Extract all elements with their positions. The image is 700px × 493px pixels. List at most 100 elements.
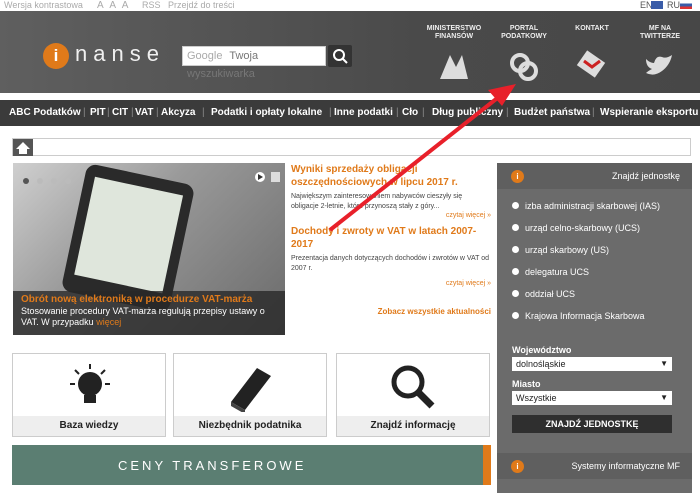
main-nav: ABC Podatków | PIT | CIT | VAT | Akcyza …: [0, 100, 700, 126]
panel-title: Znajdź jednostkę: [611, 171, 680, 181]
play-pause-icon[interactable]: [255, 171, 281, 183]
nav-separator: |: [422, 107, 425, 118]
search-icon: [333, 49, 348, 64]
slider-dot[interactable]: [37, 178, 43, 184]
tax-portal-label: PORTAL PODATKOWY: [501, 25, 547, 40]
slider-more-link[interactable]: więcej: [96, 317, 121, 327]
nav-separator: |: [329, 107, 332, 118]
tile-label: Baza wiedzy: [13, 416, 165, 436]
banner-accent: [483, 445, 491, 485]
systems-title[interactable]: Systemy informatyczne MF: [571, 453, 680, 479]
unit-option[interactable]: urząd skarbowy (US): [512, 245, 609, 255]
slider-text-body: Stosowanie procedury VAT-marża regulują …: [21, 306, 265, 327]
accessibility-bar: Wersja kontrastowa A A A RSS Przejdź do …: [0, 0, 700, 11]
nav-abc[interactable]: ABC Podatków: [9, 107, 81, 118]
nav-public-debt[interactable]: Dług publiczny: [432, 107, 503, 118]
systems-header: i Systemy informatyczne MF: [497, 453, 692, 479]
news-item: Wyniki sprzedaży obligacji oszczędnościo…: [291, 163, 491, 219]
option-label: urząd skarbowy (US): [525, 245, 610, 255]
transfer-pricing-banner[interactable]: CENY TRANSFEROWE: [12, 445, 491, 485]
slider-title[interactable]: Obrót nową elektroniką w procedurze VAT-…: [13, 291, 285, 305]
news-text: Prezentacja danych dotyczących dochodów …: [291, 255, 490, 272]
twitter-link[interactable]: MF NA TWITTERZE: [630, 25, 690, 84]
unit-option[interactable]: izba administracji skarbowej (IAS): [512, 201, 660, 211]
radio-icon: [512, 268, 519, 275]
slider-dot[interactable]: [65, 178, 71, 184]
nav-state-budget[interactable]: Budżet państwa: [514, 107, 590, 118]
uk-flag-icon[interactable]: [651, 1, 663, 9]
contact-label: KONTAKT: [575, 25, 609, 32]
nav-customs[interactable]: Cło: [402, 107, 418, 118]
option-label: Krajowa Informacja Skarbowa: [525, 311, 645, 321]
city-select[interactable]: Wszystkie ▼: [512, 391, 672, 405]
nav-vat[interactable]: VAT: [135, 107, 154, 118]
news-title[interactable]: Dochody i zwroty w VAT w latach 2007-201…: [291, 225, 491, 251]
find-information-tile[interactable]: Znajdź informację: [336, 353, 490, 437]
logo-icon[interactable]: i: [43, 43, 69, 69]
news-item: Dochody i zwroty w VAT w latach 2007-201…: [291, 225, 491, 287]
panel-header: i Znajdź jednostkę: [497, 163, 692, 189]
nav-excise[interactable]: Akcyza: [161, 107, 195, 118]
unit-option[interactable]: Krajowa Informacja Skarbowa: [512, 311, 645, 321]
radio-icon: [512, 202, 519, 209]
search-input[interactable]: Google Twoja wyszukiwarka: [182, 46, 326, 80]
voivodeship-label: Województwo: [512, 345, 572, 355]
lang-ru-link[interactable]: RU: [667, 0, 680, 11]
search-button[interactable]: [328, 45, 352, 67]
contact-link[interactable]: KONTAKT: [562, 25, 622, 84]
nav-other-taxes[interactable]: Inne podatki: [334, 107, 393, 118]
radio-icon: [512, 224, 519, 231]
slider-dot[interactable]: [23, 178, 29, 184]
taxpayer-guide-tile[interactable]: Niezbędnik podatnika: [173, 353, 327, 437]
read-more-link[interactable]: czytaj więcej »: [291, 212, 491, 219]
voivodeship-select[interactable]: dolnośląskie ▼: [512, 357, 672, 371]
news-slider[interactable]: Obrót nową elektroniką w procedurze VAT-…: [13, 163, 285, 335]
city-value: Wszystkie: [516, 393, 557, 403]
ministry-link[interactable]: MINISTERSTWO FINANSÓW: [424, 25, 484, 84]
home-icon: [16, 142, 30, 154]
news-title[interactable]: Wyniki sprzedaży obligacji oszczędnościo…: [291, 163, 491, 189]
skip-to-content-link[interactable]: Przejdź do treści: [168, 0, 235, 11]
nav-separator: |: [131, 107, 134, 118]
slider-caption: Obrót nową elektroniką w procedurze VAT-…: [13, 291, 285, 335]
nav-separator: |: [202, 107, 205, 118]
rss-link[interactable]: RSS: [142, 0, 161, 11]
slider-dot[interactable]: [51, 178, 57, 184]
google-label: Google: [187, 50, 223, 62]
voivodeship-value: dolnośląskie: [516, 359, 566, 369]
ru-flag-icon[interactable]: [680, 1, 692, 9]
unit-option[interactable]: oddział UCS: [512, 289, 575, 299]
find-unit-button[interactable]: ZNAJDŹ JEDNOSTKĘ: [512, 415, 672, 433]
radio-icon: [512, 312, 519, 319]
nav-separator: |: [506, 107, 509, 118]
chevron-down-icon: ▼: [660, 393, 668, 402]
font-size-links[interactable]: A A A: [97, 0, 130, 11]
read-more-link[interactable]: czytaj więcej »: [291, 280, 491, 287]
info-icon: i: [511, 170, 524, 183]
nav-cit[interactable]: CIT: [112, 107, 128, 118]
home-button[interactable]: [13, 139, 33, 156]
unit-option[interactable]: delegatura UCS: [512, 267, 589, 277]
contrast-link[interactable]: Wersja kontrastowa: [4, 0, 83, 11]
breadcrumb: [12, 138, 691, 156]
logo-text[interactable]: nanse: [75, 41, 165, 67]
chevron-down-icon: ▼: [660, 359, 668, 368]
radio-icon: [512, 290, 519, 297]
nav-separator: |: [156, 107, 159, 118]
ministry-logo-icon: [440, 55, 468, 79]
knowledge-base-tile[interactable]: Baza wiedzy: [12, 353, 166, 437]
slider-dots: [23, 171, 79, 189]
all-news-link[interactable]: Zobacz wszystkie aktualności: [291, 307, 491, 316]
ministry-label: MINISTERSTWO FINANSÓW: [426, 25, 482, 40]
nav-export[interactable]: Wspieranie eksportu: [600, 107, 698, 118]
nav-local-taxes[interactable]: Podatki i opłaty lokalne: [211, 107, 322, 118]
tax-portal-link[interactable]: PORTAL PODATKOWY: [494, 25, 554, 84]
nav-separator: |: [396, 107, 399, 118]
tax-portal-logo-icon: [510, 53, 538, 81]
magnifier-icon: [391, 365, 435, 409]
unit-option[interactable]: urząd celno-skarbowy (UCS): [512, 223, 640, 233]
nav-pit[interactable]: PIT: [90, 107, 106, 118]
tile-label: Znajdź informację: [337, 416, 489, 436]
news-list: Wyniki sprzedaży obligacji oszczędnościo…: [291, 163, 491, 316]
lightbulb-icon: [70, 364, 110, 403]
